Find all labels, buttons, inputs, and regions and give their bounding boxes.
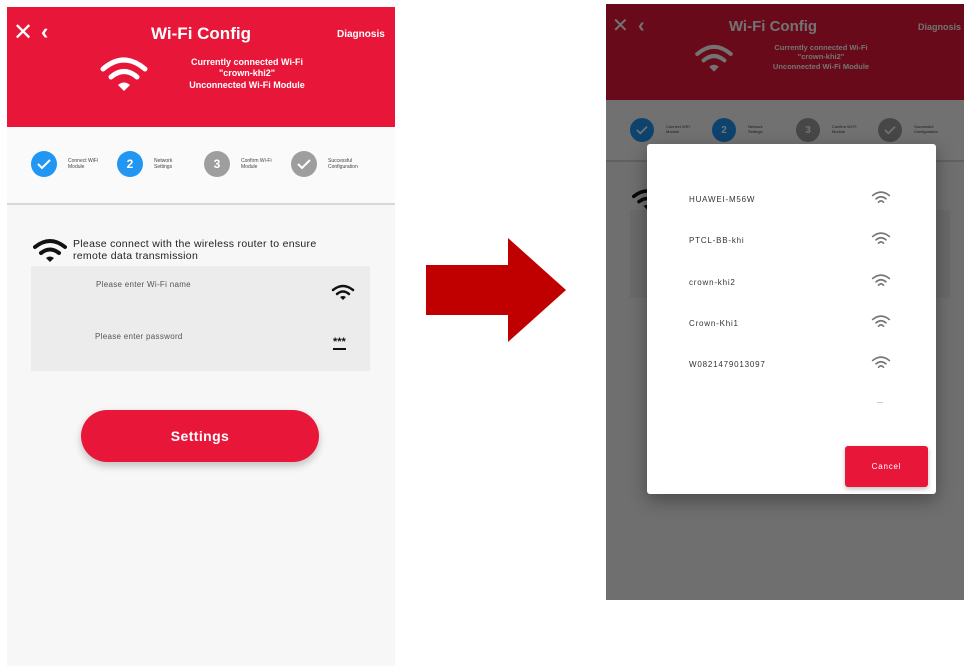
password-visibility-icon[interactable]: ***: [333, 337, 346, 350]
left-screen: ✕ ‹ Wi-Fi Config Diagnosis Currently con…: [7, 7, 395, 666]
check-icon: [31, 151, 57, 177]
wifi-list-item[interactable]: HUAWEI-M56W: [647, 186, 936, 216]
settings-button[interactable]: Settings: [81, 410, 319, 462]
wifi-signal-icon: [871, 232, 891, 244]
wifi-network-name: Crown-Khi1: [689, 319, 739, 328]
step-label: Module: [241, 164, 258, 170]
step-label: Module: [68, 164, 85, 170]
wifi-list-item[interactable]: crown-khi2: [647, 269, 936, 299]
info-row: Please connect with the wireless router …: [33, 238, 317, 262]
wifi-network-name: crown-khi2: [689, 278, 736, 287]
step-label: Configuration: [328, 164, 358, 170]
status-ssid: "crown-khi2": [218, 68, 276, 79]
connection-status: Currently connected Wi-Fi "crown-khi2" U…: [157, 57, 337, 91]
stepper: Connect WiFi Module 2 Network Settings 3…: [7, 127, 395, 205]
wifi-select-icon[interactable]: [331, 284, 355, 302]
step-confirm-module: 3 Confirm Wi-Fi Module: [204, 151, 272, 177]
wifi-form: Please enter Wi-Fi name Please enter pas…: [31, 266, 370, 371]
wifi-icon: [33, 239, 67, 262]
wifi-network-name: PTCL-BB-khi: [689, 236, 745, 245]
wifi-network-name: HUAWEI-M56W: [689, 195, 756, 204]
header-bar: ✕ ‹ Wi-Fi Config Diagnosis Currently con…: [7, 7, 395, 127]
diagnosis-button[interactable]: Diagnosis: [337, 29, 385, 40]
status-module: Unconnected Wi-Fi Module: [189, 79, 305, 90]
step-number: 3: [204, 151, 230, 177]
wifi-signal-icon: [871, 191, 891, 203]
wifi-network-name: W0821479013097: [689, 360, 766, 369]
wifi-signal-icon: [871, 356, 891, 368]
info-text: Please connect with the wireless router …: [73, 238, 317, 250]
wifi-list-item[interactable]: W0821479013097: [647, 351, 936, 381]
wifi-list-item[interactable]: Crown-Khi1: [647, 310, 936, 340]
check-icon: [291, 151, 317, 177]
right-screen: ✕ ‹ Wi-Fi Config Diagnosis Currently con…: [606, 4, 964, 600]
step-number: 2: [117, 151, 143, 177]
wifi-signal-icon: [871, 274, 891, 286]
arrow-icon: [426, 238, 566, 342]
step-network-settings: 2 Network Settings: [117, 151, 172, 177]
scroll-hint: [877, 402, 883, 403]
password-input[interactable]: Please enter password: [95, 332, 183, 341]
wifi-name-input[interactable]: Please enter Wi-Fi name: [96, 280, 191, 289]
wifi-signal-icon: [871, 315, 891, 327]
wifi-icon: [100, 57, 148, 91]
wifi-list-item[interactable]: PTCL-BB-khi: [647, 227, 936, 257]
step-connect-module: Connect WiFi Module: [31, 151, 98, 177]
wifi-list-dialog: HUAWEI-M56W PTCL-BB-khi crown-khi2 Crown…: [647, 144, 936, 494]
step-label: Settings: [154, 164, 173, 170]
status-connected-label: Currently connected Wi-Fi: [191, 57, 303, 67]
step-successful: Successful Configuration: [291, 151, 358, 177]
info-text: remote data transmission: [73, 250, 199, 263]
cancel-button[interactable]: Cancel: [845, 446, 928, 487]
